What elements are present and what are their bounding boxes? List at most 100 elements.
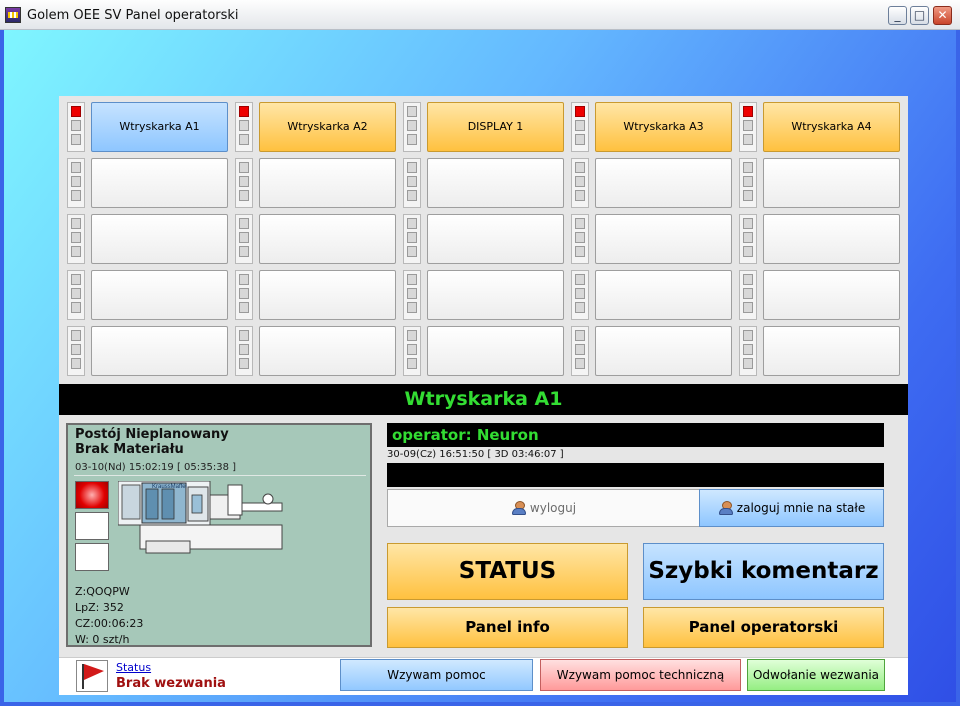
indicator-panel bbox=[571, 326, 589, 376]
indicator-panel bbox=[403, 102, 421, 152]
machine-button[interactable] bbox=[763, 158, 900, 208]
call-status-text: Brak wezwania bbox=[116, 676, 226, 691]
indicator-lamp bbox=[71, 246, 81, 257]
indicator-lamp bbox=[239, 358, 249, 369]
indicator-lamp bbox=[575, 288, 585, 299]
indicator-lamp bbox=[239, 330, 249, 341]
machine-button[interactable] bbox=[427, 214, 564, 264]
machine-button[interactable] bbox=[595, 158, 732, 208]
indicator-panel bbox=[67, 102, 85, 152]
machine-button[interactable]: Wtryskarka A3 bbox=[595, 102, 732, 152]
machine-button[interactable] bbox=[91, 214, 228, 264]
machine-button[interactable] bbox=[427, 326, 564, 376]
login-permanent-label: zaloguj mnie na stałe bbox=[736, 501, 866, 515]
call-help-button[interactable]: Wzywam pomoc bbox=[340, 659, 533, 691]
indicator-panel bbox=[739, 158, 757, 208]
indicator-lamp bbox=[71, 232, 81, 243]
indicator-lamp bbox=[743, 344, 753, 355]
machine-button[interactable] bbox=[763, 214, 900, 264]
indicator-lamp bbox=[575, 274, 585, 285]
indicator-lamp bbox=[575, 134, 585, 145]
indicator-lamp bbox=[71, 358, 81, 369]
machine-button[interactable] bbox=[595, 270, 732, 320]
indicator-lamp bbox=[575, 246, 585, 257]
machine-slot bbox=[403, 214, 564, 264]
machine-button[interactable] bbox=[427, 158, 564, 208]
indicator-panel bbox=[235, 214, 253, 264]
machine-button[interactable] bbox=[91, 270, 228, 320]
indicator-lamp bbox=[407, 302, 417, 313]
indicator-panel bbox=[571, 270, 589, 320]
machine-slot bbox=[571, 326, 732, 376]
indicator-lamp bbox=[239, 246, 249, 257]
machine-button[interactable] bbox=[595, 326, 732, 376]
indicator-lamp bbox=[407, 218, 417, 229]
indicator-lamp bbox=[743, 330, 753, 341]
machine-button[interactable] bbox=[259, 158, 396, 208]
minimize-button[interactable]: _ bbox=[888, 6, 907, 25]
machine-button[interactable]: Wtryskarka A1 bbox=[91, 102, 228, 152]
stat-cz: CZ:00:06:23 bbox=[75, 617, 144, 630]
indicator-panel bbox=[235, 326, 253, 376]
indicator-lamp bbox=[575, 176, 585, 187]
machine-status-box: Postój Nieplanowany Brak Materiału 03-10… bbox=[66, 423, 372, 647]
indicator-lamp bbox=[575, 106, 585, 117]
call-tech-help-button[interactable]: Wzywam pomoc techniczną bbox=[540, 659, 741, 691]
indicator-lamp bbox=[743, 218, 753, 229]
grid-row bbox=[67, 214, 901, 264]
machine-slot: Wtryskarka A1 bbox=[67, 102, 228, 152]
indicator-lamp bbox=[743, 190, 753, 201]
machine-button[interactable] bbox=[763, 270, 900, 320]
indicator-lamp bbox=[71, 330, 81, 341]
indicator-lamp bbox=[575, 302, 585, 313]
maximize-button[interactable]: □ bbox=[910, 6, 929, 25]
cancel-call-button[interactable]: Odwołanie wezwania bbox=[747, 659, 885, 691]
indicator-panel bbox=[571, 158, 589, 208]
panel-operator-button[interactable]: Panel operatorski bbox=[643, 607, 884, 648]
close-button[interactable]: ✕ bbox=[933, 6, 952, 25]
indicator-panel bbox=[235, 270, 253, 320]
machine-slot bbox=[571, 214, 732, 264]
quick-comment-button[interactable]: Szybki komentarz bbox=[643, 543, 884, 600]
indicator-panel bbox=[403, 326, 421, 376]
indicator-lamp bbox=[575, 120, 585, 131]
machine-slot: Wtryskarka A2 bbox=[235, 102, 396, 152]
grid-row bbox=[67, 326, 901, 376]
machine-button[interactable]: Wtryskarka A4 bbox=[763, 102, 900, 152]
login-permanent-button[interactable]: zaloguj mnie na stałe bbox=[699, 489, 884, 527]
indicator-panel bbox=[403, 270, 421, 320]
machine-slot bbox=[571, 270, 732, 320]
machine-button[interactable] bbox=[91, 326, 228, 376]
indicator-lamp bbox=[407, 190, 417, 201]
signal-light-middle bbox=[75, 512, 109, 540]
indicator-lamp bbox=[743, 232, 753, 243]
window-title: Golem OEE SV Panel operatorski bbox=[27, 8, 239, 23]
operator-name: operator: Neuron bbox=[387, 423, 884, 447]
panel-info-button[interactable]: Panel info bbox=[387, 607, 628, 648]
indicator-lamp bbox=[239, 134, 249, 145]
machine-slot bbox=[235, 326, 396, 376]
machine-button[interactable] bbox=[91, 158, 228, 208]
title-bar: Golem OEE SV Panel operatorski _ □ ✕ bbox=[0, 0, 960, 30]
indicator-lamp bbox=[407, 162, 417, 173]
app-icon bbox=[5, 7, 21, 23]
status-link[interactable]: Status bbox=[116, 661, 151, 674]
machine-slot: DISPLAY 1 bbox=[403, 102, 564, 152]
machine-button[interactable] bbox=[427, 270, 564, 320]
logout-button[interactable]: wyloguj bbox=[387, 489, 700, 527]
indicator-panel bbox=[403, 158, 421, 208]
machine-button[interactable] bbox=[259, 214, 396, 264]
machine-button[interactable] bbox=[259, 270, 396, 320]
indicator-lamp bbox=[71, 120, 81, 131]
machine-button[interactable] bbox=[259, 326, 396, 376]
indicator-lamp bbox=[239, 344, 249, 355]
logout-label: wyloguj bbox=[529, 501, 577, 515]
machine-button[interactable] bbox=[763, 326, 900, 376]
machine-button[interactable]: DISPLAY 1 bbox=[427, 102, 564, 152]
call-status-bar: Status Brak wezwania Wzywam pomoc Wzywam… bbox=[59, 657, 908, 695]
machine-button[interactable]: Wtryskarka A2 bbox=[259, 102, 396, 152]
indicator-lamp bbox=[743, 162, 753, 173]
machine-button[interactable] bbox=[595, 214, 732, 264]
machine-slot: Wtryskarka A3 bbox=[571, 102, 732, 152]
status-button[interactable]: STATUS bbox=[387, 543, 628, 600]
